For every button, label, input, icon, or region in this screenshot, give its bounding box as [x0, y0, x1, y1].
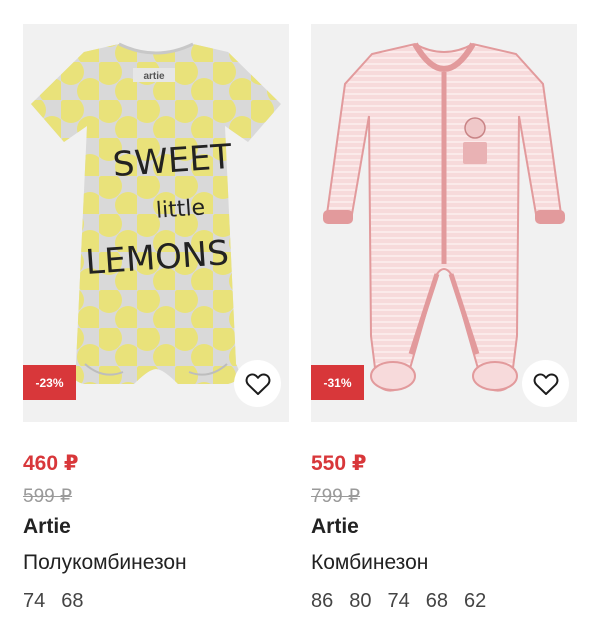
- discount-badge: -31%: [311, 365, 364, 400]
- product-card[interactable]: artie SWEET little LEMONS -23% 460 ₽ 599…: [23, 24, 289, 613]
- product-image[interactable]: artie SWEET little LEMONS -23%: [23, 24, 289, 422]
- discount-badge: -23%: [23, 365, 76, 400]
- heart-outline-icon: [245, 372, 270, 395]
- product-card[interactable]: -31% 550 ₽ 799 ₽ Artie Комбинезон 86 80 …: [311, 24, 577, 613]
- size-option[interactable]: 74: [388, 590, 410, 613]
- size-option[interactable]: 62: [464, 590, 486, 613]
- product-name[interactable]: Комбинезон: [311, 551, 577, 577]
- brand-label-text: artie: [143, 71, 165, 82]
- old-price: 799 ₽: [311, 486, 361, 507]
- product-brand: Artie: [23, 515, 71, 538]
- size-option[interactable]: 68: [61, 590, 83, 613]
- print-line-2: little: [155, 195, 206, 223]
- size-option[interactable]: 68: [426, 590, 448, 613]
- current-price: 550 ₽: [311, 452, 367, 475]
- product-image[interactable]: -31%: [311, 24, 577, 422]
- print-line-1: SWEET: [112, 137, 234, 185]
- size-option[interactable]: 86: [311, 590, 333, 613]
- product-brand: Artie: [311, 515, 359, 538]
- size-option[interactable]: 74: [23, 590, 45, 613]
- old-price: 599 ₽: [23, 486, 73, 507]
- heart-outline-icon: [533, 372, 558, 395]
- size-list: 74 68: [23, 590, 289, 613]
- size-option[interactable]: 80: [349, 590, 371, 613]
- size-list: 86 80 74 68 62: [311, 590, 577, 613]
- current-price: 460 ₽: [23, 452, 79, 475]
- favorite-button[interactable]: [522, 360, 569, 407]
- favorite-button[interactable]: [234, 360, 281, 407]
- product-grid: artie SWEET little LEMONS -23% 460 ₽ 599…: [0, 0, 600, 621]
- product-name[interactable]: Полукомбинезон: [23, 551, 289, 577]
